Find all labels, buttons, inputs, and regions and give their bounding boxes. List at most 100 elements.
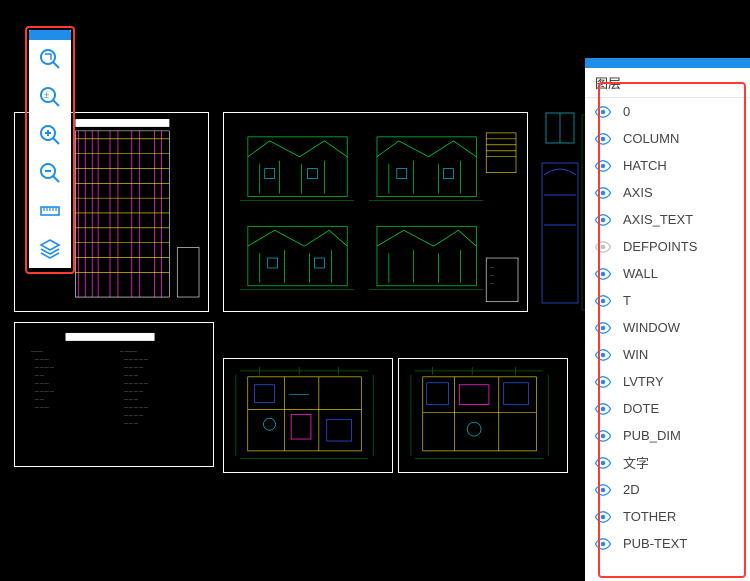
- layer-visibility-toggle[interactable]: [593, 345, 613, 365]
- viewer-toolbar: ±: [29, 30, 71, 268]
- layer-visibility-toggle[interactable]: [593, 426, 613, 446]
- layer-row[interactable]: PUB-TEXT: [585, 530, 750, 557]
- layer-visibility-toggle[interactable]: [593, 156, 613, 176]
- zoom-in-icon: [38, 123, 62, 147]
- layer-visibility-toggle[interactable]: [593, 480, 613, 500]
- sheet-plan-a: [223, 358, 393, 473]
- layer-name: PUB_DIM: [623, 428, 681, 443]
- layer-visibility-toggle[interactable]: [593, 183, 613, 203]
- layer-visibility-toggle[interactable]: [593, 264, 613, 284]
- layer-row[interactable]: 0: [585, 98, 750, 125]
- layer-visibility-toggle[interactable]: [593, 453, 613, 473]
- layer-visibility-toggle[interactable]: [593, 210, 613, 230]
- svg-text:— — —: — — —: [35, 380, 49, 385]
- svg-text:— ———: — ———: [120, 349, 137, 354]
- layers-button[interactable]: [29, 230, 71, 268]
- cad-drawing: ———: [230, 119, 521, 306]
- svg-text:—: —: [490, 264, 494, 269]
- cad-drawing: [405, 365, 561, 467]
- layer-visibility-toggle[interactable]: [593, 129, 613, 149]
- layer-name: AXIS_TEXT: [623, 212, 693, 227]
- svg-text:— — — —: — — — —: [124, 388, 143, 393]
- sheet-elevations: ———: [223, 112, 528, 312]
- svg-text:— — —: — — —: [35, 357, 49, 362]
- svg-text:———: ———: [31, 349, 43, 354]
- layer-name: HATCH: [623, 158, 667, 173]
- layer-row[interactable]: T: [585, 287, 750, 314]
- layer-row[interactable]: LVTRY: [585, 368, 750, 395]
- layer-visibility-toggle[interactable]: [593, 399, 613, 419]
- layer-row[interactable]: WIN: [585, 341, 750, 368]
- layer-row[interactable]: WINDOW: [585, 314, 750, 341]
- layer-name: T: [623, 293, 631, 308]
- layer-row[interactable]: AXIS_TEXT: [585, 206, 750, 233]
- layers-icon: [38, 237, 62, 261]
- cad-drawing: ——— — — — — — — — — — — — — — — — — — — — — —…: [21, 329, 207, 461]
- svg-text:±: ±: [44, 90, 49, 100]
- layer-row[interactable]: HATCH: [585, 152, 750, 179]
- layers-list: 0COLUMNHATCHAXISAXIS_TEXTDEFPOINTSWALLTW…: [585, 98, 750, 557]
- layer-name: 2D: [623, 482, 640, 497]
- zoom-in-button[interactable]: [29, 116, 71, 154]
- svg-text:— — — —: — — — —: [124, 365, 143, 370]
- layer-row[interactable]: COLUMN: [585, 125, 750, 152]
- layer-visibility-toggle[interactable]: [593, 291, 613, 311]
- layer-row[interactable]: 文字: [585, 449, 750, 476]
- layer-name: PUB-TEXT: [623, 536, 687, 551]
- layer-row[interactable]: DOTE: [585, 395, 750, 422]
- zoom-previous-icon: ±: [38, 85, 62, 109]
- sheet-notes: ——— — — — — — — — — — — — — — — — — — — — — —…: [14, 322, 214, 467]
- svg-text:— —: — —: [35, 372, 44, 377]
- sheet-plan-b: [398, 358, 568, 473]
- tab-layers[interactable]: 图层: [585, 68, 668, 97]
- svg-text:—: —: [490, 280, 494, 285]
- layer-row[interactable]: 2D: [585, 476, 750, 503]
- layer-name: COLUMN: [623, 131, 679, 146]
- svg-text:— —: — —: [35, 396, 44, 401]
- layer-name: DOTE: [623, 401, 659, 416]
- layer-name: DEFPOINTS: [623, 239, 697, 254]
- zoom-extents-icon: [38, 47, 62, 71]
- svg-text:— — — —: — — — —: [35, 365, 54, 370]
- zoom-previous-button[interactable]: ±: [29, 78, 71, 116]
- svg-text:— — — —: — — — —: [124, 412, 143, 417]
- svg-text:— — —: — — —: [35, 404, 49, 409]
- zoom-out-button[interactable]: [29, 154, 71, 192]
- layer-visibility-toggle[interactable]: [593, 534, 613, 554]
- layer-name: LVTRY: [623, 374, 664, 389]
- svg-text:— — — — —: — — — — —: [124, 357, 148, 362]
- layer-name: WINDOW: [623, 320, 680, 335]
- svg-text:— — —: — — —: [124, 396, 138, 401]
- cad-drawing: [230, 365, 386, 467]
- svg-text:— — — — —: — — — — —: [124, 404, 148, 409]
- layer-visibility-toggle[interactable]: [593, 318, 613, 338]
- layers-panel-header[interactable]: [585, 58, 750, 68]
- layer-name: AXIS: [623, 185, 653, 200]
- layer-name: WIN: [623, 347, 648, 362]
- layer-visibility-toggle[interactable]: [593, 507, 613, 527]
- layer-row[interactable]: PUB_DIM: [585, 422, 750, 449]
- layer-visibility-toggle[interactable]: [593, 237, 613, 257]
- layer-row[interactable]: AXIS: [585, 179, 750, 206]
- layers-tabs: 图层: [585, 68, 750, 98]
- layer-name: WALL: [623, 266, 658, 281]
- layer-name: 文字: [623, 453, 649, 472]
- zoom-out-icon: [38, 161, 62, 185]
- layer-row[interactable]: DEFPOINTS: [585, 233, 750, 260]
- layer-visibility-toggle[interactable]: [593, 102, 613, 122]
- layer-name: TOTHER: [623, 509, 676, 524]
- svg-text:— — — —: — — — —: [35, 388, 54, 393]
- toolbar-header[interactable]: [29, 30, 71, 40]
- layer-row[interactable]: TOTHER: [585, 503, 750, 530]
- tab-other[interactable]: [668, 68, 750, 97]
- layer-name: 0: [623, 104, 630, 119]
- layer-row[interactable]: WALL: [585, 260, 750, 287]
- zoom-extents-button[interactable]: [29, 40, 71, 78]
- measure-icon: [38, 199, 62, 223]
- svg-text:— — — — —: — — — — —: [124, 380, 148, 385]
- measure-button[interactable]: [29, 192, 71, 230]
- layer-visibility-toggle[interactable]: [593, 372, 613, 392]
- tab-layers-label: 图层: [595, 73, 621, 92]
- layers-panel: 图层 0 COLUMN HATCH AXIS AXIS_TEXT DEFPOINTS WAL…: [585, 58, 750, 581]
- svg-text:— — —: — — —: [124, 420, 138, 425]
